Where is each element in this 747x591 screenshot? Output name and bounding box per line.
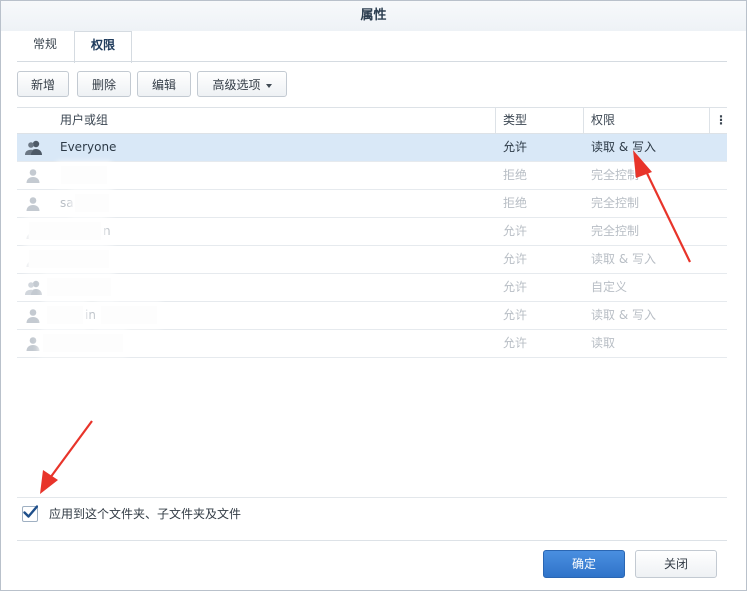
table-row[interactable]: 拒绝 完全控制 xyxy=(17,162,727,190)
checkmark-icon xyxy=(23,505,38,518)
row-permission: 读取 & 写入 xyxy=(591,252,656,266)
row-permission: 完全控制 xyxy=(591,168,640,182)
user-icon xyxy=(25,190,45,217)
advanced-options-label: 高级选项 xyxy=(212,78,261,92)
divider xyxy=(17,540,727,541)
redacted-name xyxy=(29,222,101,240)
properties-dialog: 属性 常规 权限 新增 删除 编辑 高级选项 用户或组 类型 权限 ⋮ Ever… xyxy=(0,0,747,591)
grid-header: 用户或组 类型 权限 ⋮ xyxy=(17,107,727,134)
caret-down-icon xyxy=(265,83,272,88)
column-separator xyxy=(583,108,584,133)
column-separator xyxy=(495,108,496,133)
column-header-type[interactable]: 类型 xyxy=(503,108,527,133)
redacted-name xyxy=(101,306,157,324)
user-icon xyxy=(25,302,45,329)
group-icon xyxy=(25,274,45,301)
column-menu-icon[interactable]: ⋮ xyxy=(715,108,727,133)
row-permission: 自定义 xyxy=(591,280,628,294)
row-user-name: in xyxy=(85,308,96,322)
redacted-name xyxy=(75,194,109,212)
add-button[interactable]: 新增 xyxy=(17,71,69,97)
row-type: 允许 xyxy=(503,308,528,322)
column-separator xyxy=(709,108,710,133)
table-row[interactable]: in 允许 读取 & 写入 xyxy=(17,302,727,330)
row-user-name: sa xyxy=(60,196,74,210)
table-row[interactable]: 允许 读取 xyxy=(17,330,727,358)
apply-recursive-checkbox[interactable] xyxy=(22,505,38,522)
advanced-options-button[interactable]: 高级选项 xyxy=(197,71,287,97)
dialog-title: 属性 xyxy=(1,1,746,31)
row-type: 拒绝 xyxy=(503,196,528,210)
row-permission: 读取 & 写入 xyxy=(591,140,656,154)
row-permission: 完全控制 xyxy=(591,224,640,238)
close-button[interactable]: 关闭 xyxy=(635,550,717,578)
row-type: 允许 xyxy=(503,224,528,238)
group-icon xyxy=(25,134,45,161)
row-user-name: Everyone xyxy=(60,140,117,154)
row-permission: 读取 & 写入 xyxy=(591,308,656,322)
user-icon xyxy=(25,330,45,357)
row-type: 允许 xyxy=(503,140,528,154)
permission-grid: 用户或组 类型 权限 ⋮ Everyone 允许 读取 & 写入 拒绝 完全控制… xyxy=(17,107,727,359)
table-row[interactable]: 允许 读取 & 写入 xyxy=(17,246,727,274)
delete-button[interactable]: 删除 xyxy=(77,71,131,97)
edit-button[interactable]: 编辑 xyxy=(137,71,191,97)
ok-button[interactable]: 确定 xyxy=(543,550,625,578)
row-user-name: n xyxy=(103,224,111,238)
redacted-name xyxy=(47,278,111,296)
table-row[interactable]: 允许 自定义 xyxy=(17,274,727,302)
table-row[interactable]: n 允许 完全控制 xyxy=(17,218,727,246)
column-header-permission[interactable]: 权限 xyxy=(591,108,615,133)
row-type: 允许 xyxy=(503,252,528,266)
row-type: 允许 xyxy=(503,280,528,294)
redacted-name xyxy=(47,306,83,324)
table-row[interactable]: sa 拒绝 完全控制 xyxy=(17,190,727,218)
tab-general[interactable]: 常规 xyxy=(17,31,73,62)
column-header-user[interactable]: 用户或组 xyxy=(60,108,108,133)
divider xyxy=(17,497,727,498)
redacted-name xyxy=(29,250,109,268)
redacted-name xyxy=(61,166,107,184)
tab-divider xyxy=(17,61,727,62)
row-type: 允许 xyxy=(503,336,528,350)
row-permission: 完全控制 xyxy=(591,196,640,210)
redacted-name xyxy=(43,334,123,352)
row-permission: 读取 xyxy=(591,336,616,350)
row-type: 拒绝 xyxy=(503,168,528,182)
table-row[interactable]: Everyone 允许 读取 & 写入 xyxy=(17,134,727,162)
tab-permissions[interactable]: 权限 xyxy=(74,31,132,63)
apply-recursive-label[interactable]: 应用到这个文件夹、子文件夹及文件 xyxy=(49,505,241,523)
user-icon xyxy=(25,162,45,189)
